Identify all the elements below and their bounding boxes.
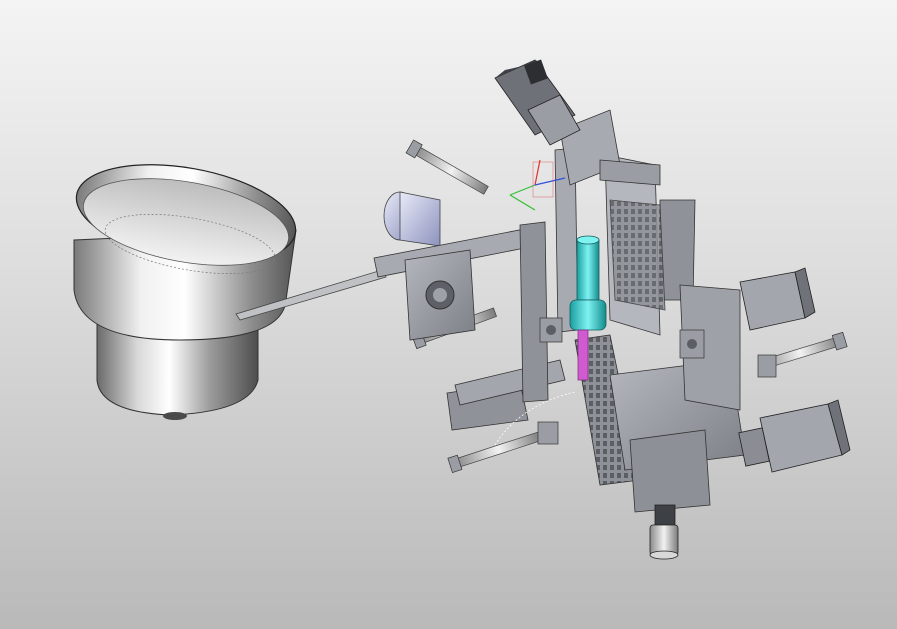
cad-viewport[interactable] [0, 0, 897, 629]
main-frame[interactable] [373, 109, 746, 513]
vibratory-bowl-feeder[interactable] [69, 149, 387, 420]
feeder-motor[interactable] [383, 191, 441, 247]
right-air-cylinder-lower[interactable] [738, 399, 851, 473]
bottom-cylinder[interactable] [649, 504, 679, 560]
right-air-cylinder-upper[interactable] [739, 267, 816, 331]
assembly-model-3d[interactable] [0, 0, 897, 629]
servo-motor-top[interactable] [494, 59, 581, 146]
